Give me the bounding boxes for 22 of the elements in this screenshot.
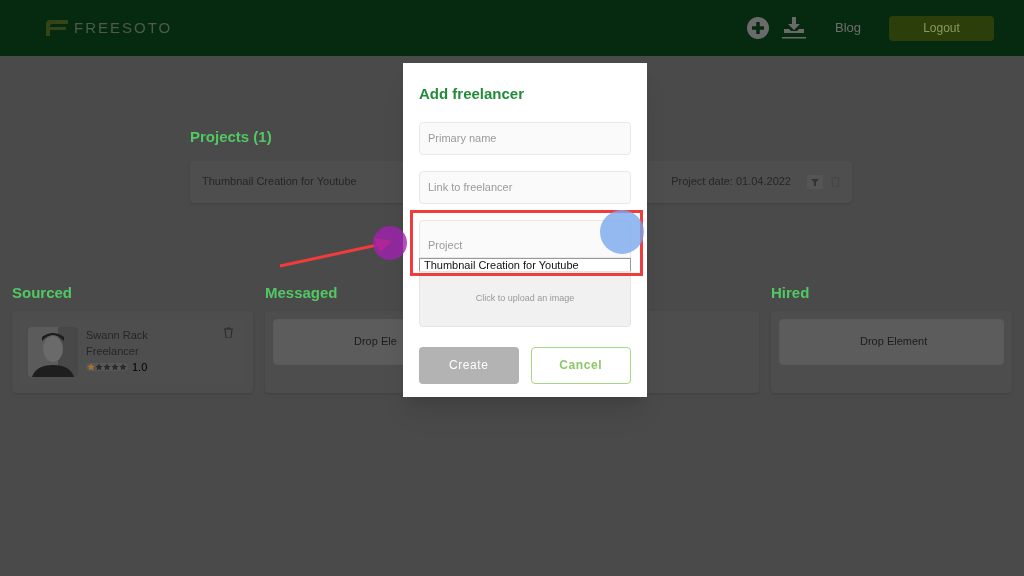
- column-title: Sourced: [12, 283, 72, 301]
- modal-title: Add freelancer: [419, 84, 526, 104]
- drop-zone-label: Drop Ele: [353, 334, 398, 350]
- add-icon[interactable]: [746, 17, 769, 39]
- text-field[interactable]: Link to freelancer: [419, 170, 631, 204]
- logo-text: FREESOTO: [74, 17, 173, 38]
- drop-zone-label: Drop Element: [859, 334, 929, 350]
- upload-area[interactable]: Click to upload an image: [419, 270, 631, 327]
- text-field[interactable]: Primary name: [419, 121, 631, 155]
- upload-hint: Click to upload an image: [475, 291, 575, 305]
- projects-title: Projects (1): [190, 127, 272, 147]
- trash-icon[interactable]: [224, 326, 233, 338]
- rating-value: 1.0: [132, 359, 148, 375]
- cancel-button[interactable]: Cancel: [530, 346, 631, 384]
- filter-icon[interactable]: [807, 174, 823, 189]
- column-title: Messaged: [265, 283, 338, 301]
- logo-icon: [46, 19, 70, 37]
- column-title: Hired: [771, 283, 810, 301]
- download-icon[interactable]: [780, 16, 807, 40]
- logout-button[interactable]: Logout: [889, 15, 994, 41]
- click-marker: [373, 226, 407, 260]
- blog-link[interactable]: Blog: [834, 18, 861, 38]
